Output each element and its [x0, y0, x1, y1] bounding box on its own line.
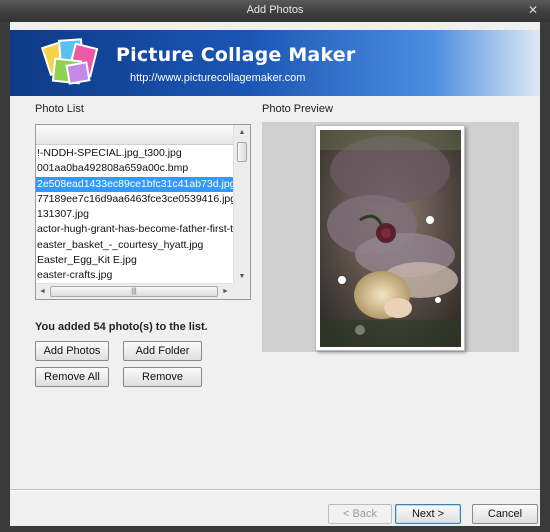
- next-button[interactable]: Next >: [395, 504, 461, 524]
- photo-preview-panel: [262, 122, 519, 352]
- list-item[interactable]: 2e508ead1433ec89ce1bfc31c41ab73d.jpg: [36, 176, 233, 192]
- scroll-right-icon[interactable]: ►: [219, 284, 232, 299]
- close-icon[interactable]: ✕: [526, 3, 540, 17]
- preview-photo: [320, 130, 461, 347]
- photo-count-status: You added 54 photo(s) to the list.: [35, 321, 208, 333]
- photo-preview-label: Photo Preview: [262, 103, 333, 115]
- list-item[interactable]: 131307.jpg: [36, 207, 233, 222]
- list-item[interactable]: actor-hugh-grant-has-become-father-first…: [36, 222, 233, 237]
- add-photos-button[interactable]: Add Photos: [35, 341, 109, 361]
- app-url: http://www.picturecollagemaker.com: [130, 72, 306, 84]
- list-item[interactable]: 77189ee7c16d9aa6463fce3ce0539416.jpg: [36, 192, 233, 207]
- list-column-header[interactable]: [36, 125, 233, 145]
- title-bar[interactable]: Add Photos ✕: [0, 0, 550, 22]
- vertical-scroll-thumb[interactable]: [237, 142, 247, 162]
- list-item[interactable]: easter-crafts.jpg: [36, 268, 233, 283]
- vertical-scrollbar[interactable]: ▲ ▼: [233, 125, 250, 285]
- photo-list[interactable]: !-NDDH-SPECIAL.jpg_t300.jpg 001aa0ba49280…: [35, 124, 251, 300]
- list-item[interactable]: Easter_Egg_Kit E.jpg: [36, 253, 233, 268]
- app-banner: Picture Collage Maker http://www.picture…: [10, 30, 540, 96]
- list-item[interactable]: 001aa0ba492808a659a00c.bmp: [36, 161, 233, 176]
- app-title: Picture Collage Maker: [116, 44, 356, 66]
- add-photos-window: Add Photos ✕ Picture Collage Maker http:…: [0, 0, 550, 532]
- scrollbar-corner: [233, 283, 250, 299]
- horizontal-scroll-thumb[interactable]: |||: [50, 286, 218, 297]
- collage-logo-icon: [40, 38, 99, 85]
- back-button[interactable]: < Back: [328, 504, 392, 524]
- window-title: Add Photos: [246, 4, 304, 16]
- remove-all-button[interactable]: Remove All: [35, 367, 109, 387]
- scroll-left-icon[interactable]: ◄: [36, 284, 49, 299]
- photo-list-label: Photo List: [35, 103, 84, 115]
- add-folder-button[interactable]: Add Folder: [123, 341, 202, 361]
- dialog-body: Picture Collage Maker http://www.picture…: [10, 22, 540, 526]
- preview-frame: [315, 125, 465, 351]
- photo-list-items[interactable]: !-NDDH-SPECIAL.jpg_t300.jpg 001aa0ba49280…: [36, 146, 233, 285]
- list-item[interactable]: !-NDDH-SPECIAL.jpg_t300.jpg: [36, 146, 233, 161]
- cancel-button[interactable]: Cancel: [472, 504, 538, 524]
- scroll-up-icon[interactable]: ▲: [234, 125, 250, 141]
- list-item[interactable]: easter_basket_-_courtesy_hyatt.jpg: [36, 238, 233, 253]
- remove-button[interactable]: Remove: [123, 367, 202, 387]
- horizontal-scrollbar[interactable]: ◄ ||| ►: [36, 283, 233, 299]
- footer-divider: [10, 489, 540, 491]
